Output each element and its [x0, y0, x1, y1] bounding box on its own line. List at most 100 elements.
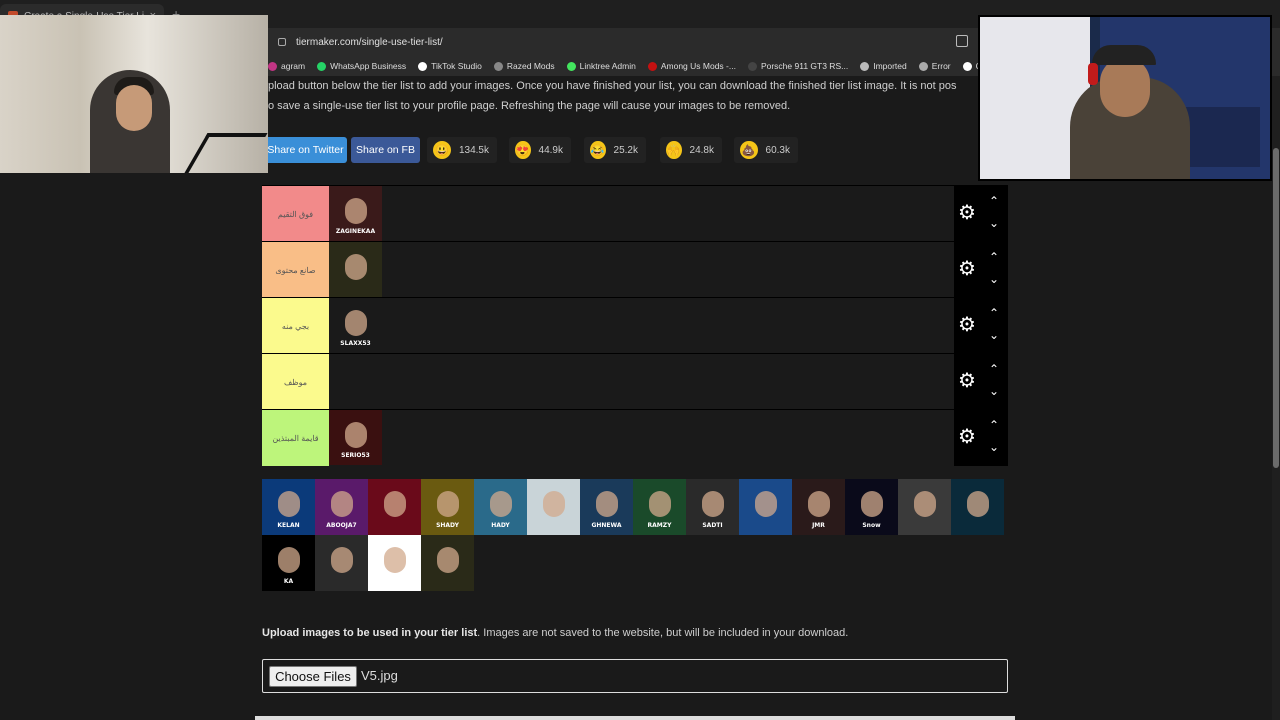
tier-image[interactable]: N — [368, 535, 421, 591]
tier-image[interactable]: GHNEWA — [580, 479, 633, 535]
tier-image[interactable] — [421, 535, 474, 591]
tier-image[interactable]: SLAXX53 — [329, 298, 382, 353]
chevron-up-icon[interactable]: ⌃ — [987, 419, 1001, 431]
tier-label[interactable]: موظف — [262, 354, 329, 410]
bookmark-item[interactable]: agram — [268, 61, 305, 71]
tier-image[interactable]: JMR — [792, 479, 845, 535]
poop-icon: 💩 — [740, 141, 758, 159]
streamer-face — [116, 85, 152, 131]
image-caption: GHNEWA — [591, 522, 622, 529]
tier-image[interactable]: SADTI — [686, 479, 739, 535]
reaction-button[interactable]: 😍 44.9k — [509, 137, 571, 163]
tier-image[interactable]: ABOOJA7 — [315, 479, 368, 535]
chevron-down-icon[interactable]: ⌄ — [987, 385, 1001, 397]
gear-icon[interactable]: ⚙ — [958, 259, 976, 279]
chevron-down-icon[interactable]: ⌄ — [987, 217, 1001, 229]
tier-row: موظف ⚙ ⌃ ⌄ — [262, 353, 1008, 410]
tier-image[interactable]: SERIO53 — [329, 410, 382, 465]
tier-image[interactable]: SHADY — [421, 479, 474, 535]
reaction-button[interactable]: 💩 60.3k — [734, 137, 798, 163]
gear-icon[interactable]: ⚙ — [958, 371, 976, 391]
reaction-button[interactable]: 😃 134.5k — [427, 137, 497, 163]
chevron-up-icon[interactable]: ⌃ — [987, 251, 1001, 263]
tier-image[interactable] — [315, 535, 368, 591]
avatar — [967, 491, 989, 517]
share-facebook-button[interactable]: Share on FB — [351, 137, 420, 163]
gear-icon[interactable]: ⚙ — [958, 427, 976, 447]
bookmark-item[interactable]: Linktree Admin — [566, 61, 636, 71]
tier-image[interactable] — [329, 242, 382, 297]
bookmark-favicon-icon — [647, 61, 657, 71]
tier-image[interactable]: KA — [262, 535, 315, 591]
scrollbar-thumb[interactable] — [1273, 148, 1279, 468]
webcam-overlay-right — [978, 15, 1272, 181]
share-twitter-button[interactable]: Share on Twitter — [264, 137, 347, 163]
image-caption: JMR — [812, 522, 825, 529]
tier-image[interactable] — [739, 479, 792, 535]
tier-image[interactable] — [527, 479, 580, 535]
bookmark-item[interactable]: Among Us Mods -... — [647, 61, 736, 71]
tier-items[interactable]: SLAXX53 — [329, 298, 954, 354]
tier-image[interactable] — [951, 479, 1004, 535]
reaction-button[interactable]: 🙌 24.8k — [660, 137, 722, 163]
reaction-count: 25.2k — [613, 144, 638, 156]
avatar — [345, 422, 367, 448]
avatar — [345, 310, 367, 336]
bookmark-favicon-icon — [418, 61, 428, 71]
chevron-up-icon[interactable]: ⌃ — [987, 363, 1001, 375]
bookmark-favicon-icon — [566, 61, 576, 71]
tier-label[interactable]: صانع محتوى — [262, 242, 329, 298]
avatar — [331, 491, 353, 517]
tier-image[interactable]: ZAGINEKAA — [329, 186, 382, 241]
chevron-down-icon[interactable]: ⌄ — [987, 329, 1001, 341]
bookmark-favicon-icon — [493, 61, 503, 71]
chevron-down-icon[interactable]: ⌄ — [987, 273, 1001, 285]
intro-text: pload button below the tier list to add … — [268, 76, 988, 116]
gear-icon[interactable]: ⚙ — [958, 203, 976, 223]
tier-image[interactable]: KELAN — [262, 479, 315, 535]
bookmark-label: TikTok Studio — [431, 61, 482, 71]
file-upload-field[interactable]: Choose Files V5.jpg — [262, 659, 1008, 693]
chevron-up-icon[interactable]: ⌃ — [987, 195, 1001, 207]
choose-files-button[interactable]: Choose Files — [269, 666, 357, 687]
tier-items[interactable]: ZAGINEKAA — [329, 186, 954, 242]
gear-icon[interactable]: ⚙ — [958, 315, 976, 335]
image-pool: KELAN ABOOJA7 SHADY HADY GHNEWA RAMZY SADTI JMR… — [262, 479, 1008, 591]
tier-image[interactable]: RAMZY — [633, 479, 686, 535]
bookmark-favicon-icon — [918, 61, 928, 71]
tier-label[interactable]: بجي منه — [262, 298, 329, 354]
tier-image[interactable] — [898, 479, 951, 535]
chevron-down-icon[interactable]: ⌄ — [987, 441, 1001, 453]
streamer-face — [1100, 57, 1150, 117]
chevron-up-icon[interactable]: ⌃ — [987, 307, 1001, 319]
tier-row: قايمة المبتذين SERIO53 ⚙ ⌃ ⌄ — [262, 409, 1008, 466]
tier-image[interactable]: HADY — [474, 479, 527, 535]
bookmark-item[interactable]: Error — [918, 61, 951, 71]
headphones-icon — [1088, 63, 1098, 85]
tier-items[interactable]: SERIO53 — [329, 410, 954, 466]
bookmark-item[interactable]: TikTok Studio — [418, 61, 482, 71]
bookmark-item[interactable]: WhatsApp Business — [317, 61, 406, 71]
tier-image[interactable] — [368, 479, 421, 535]
site-info-icon[interactable] — [278, 38, 286, 46]
tier-label[interactable]: قايمة المبتذين — [262, 410, 329, 466]
avatar — [345, 198, 367, 224]
bookmark-item[interactable]: Razed Mods — [493, 61, 555, 71]
bookmark-item[interactable]: Porsche 911 GT3 RS... — [747, 61, 848, 71]
intro-line-1: pload button below the tier list to add … — [268, 80, 957, 92]
tier-label[interactable]: فوق التقيم — [262, 186, 329, 242]
tier-items[interactable] — [329, 242, 954, 298]
avatar — [543, 491, 565, 517]
image-caption: SLAXX53 — [340, 340, 371, 347]
tier-items[interactable] — [329, 354, 954, 410]
scrollbar[interactable] — [1272, 76, 1280, 720]
reaction-button[interactable]: 😂 25.2k — [584, 137, 646, 163]
bookmark-favicon-icon — [860, 61, 870, 71]
tier-image[interactable]: Snow — [845, 479, 898, 535]
bookmark-favicon-icon — [268, 61, 277, 71]
bookmark-item[interactable]: Imported — [860, 61, 907, 71]
share-page-icon[interactable] — [956, 35, 968, 47]
bookmark-label: Error — [931, 61, 951, 71]
url-field[interactable]: tiermaker.com/single-use-tier-list/ — [278, 33, 978, 51]
reaction-count: 44.9k — [538, 144, 563, 156]
